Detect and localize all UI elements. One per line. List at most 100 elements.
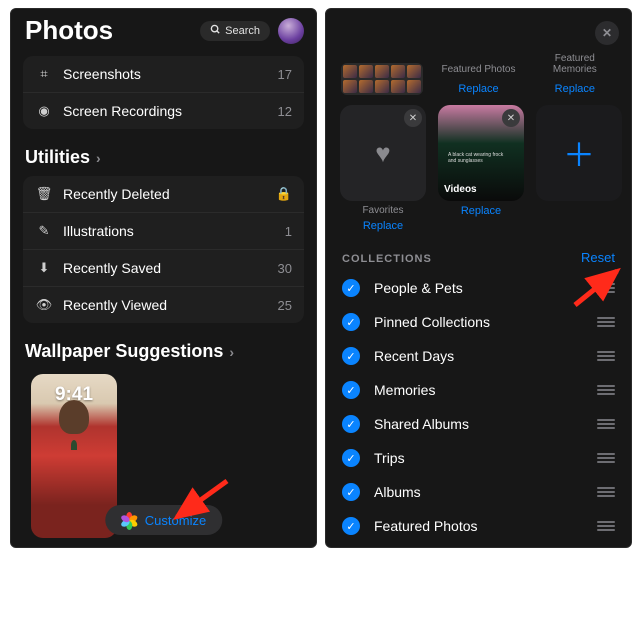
check-icon[interactable]: ✓: [342, 449, 360, 467]
check-icon[interactable]: ✓: [342, 483, 360, 501]
row-label: Recently Saved: [53, 260, 278, 276]
list-row-screenshots[interactable]: ⌗ Screenshots 17: [23, 56, 304, 93]
replace-link[interactable]: Replace: [555, 83, 595, 95]
row-count: 30: [278, 261, 292, 276]
screenshots-icon: ⌗: [35, 66, 53, 82]
collection-label: Recent Days: [374, 348, 597, 364]
customize-sheet: ✕ Featured Photos Replace Featured Memor…: [325, 8, 632, 548]
remove-tile-button[interactable]: ✕: [404, 109, 422, 127]
lock-icon: 🔒: [276, 186, 292, 202]
collections-header: COLLECTIONS Reset: [326, 232, 631, 271]
check-icon[interactable]: ✓: [342, 347, 360, 365]
row-label: Illustrations: [53, 223, 285, 239]
list-row-illustrations[interactable]: ✎ Illustrations 1: [23, 213, 304, 250]
row-count: 1: [285, 224, 292, 239]
row-label: Recently Viewed: [53, 297, 278, 313]
close-button[interactable]: ✕: [595, 21, 619, 45]
collection-row-featured-photos[interactable]: ✓ Featured Photos: [326, 509, 631, 543]
utilities-header[interactable]: Utilities ›: [11, 135, 316, 170]
collection-label: Shared Albums: [374, 416, 597, 432]
profile-avatar[interactable]: [278, 18, 304, 44]
videos-tile[interactable]: ✕ A black cat wearing frock and sunglass…: [438, 105, 524, 201]
check-icon[interactable]: ✓: [342, 517, 360, 535]
utilities-card: 🗑 Recently Deleted 🔒 ✎ Illustrations 1 ⬇…: [23, 176, 304, 323]
drag-handle-icon[interactable]: [597, 383, 615, 397]
drag-handle-icon[interactable]: [597, 315, 615, 329]
collection-row-trips[interactable]: ✓ Trips: [326, 441, 631, 475]
check-icon[interactable]: ✓: [342, 415, 360, 433]
row-label: Recently Deleted: [53, 186, 276, 202]
row-label: Screenshots: [53, 66, 278, 82]
customize-label: Customize: [145, 513, 206, 528]
wallpaper-thumbnail[interactable]: 9:41: [31, 374, 117, 538]
saved-icon: ⬇: [35, 260, 53, 276]
drag-handle-icon[interactable]: [597, 485, 615, 499]
row-count: 12: [278, 104, 292, 119]
tile-featured-memories-mini: Featured Memories Replace: [533, 53, 617, 95]
tile-col-add: ＋: [536, 105, 622, 232]
tile-col-favorites: ✕ ♥ Favorites Replace: [340, 105, 426, 232]
tile-label: Featured Photos: [442, 64, 516, 75]
collection-label: Trips: [374, 450, 597, 466]
collection-label: Pinned Collections: [374, 314, 597, 330]
collection-label: Memories: [374, 382, 597, 398]
drag-handle-icon[interactable]: [597, 451, 615, 465]
row-count: 17: [278, 67, 292, 82]
wallpaper-header[interactable]: Wallpaper Suggestions ›: [11, 329, 316, 364]
collection-row-albums[interactable]: ✓ Albums: [326, 475, 631, 509]
collection-row-people-pets[interactable]: ✓ People & Pets: [326, 271, 631, 305]
list-row-recently-viewed[interactable]: 👁 Recently Viewed 25: [23, 287, 304, 323]
collection-label: People & Pets: [374, 280, 597, 296]
replace-link[interactable]: Replace: [461, 205, 501, 217]
section-title-text: Wallpaper Suggestions: [25, 341, 223, 362]
collection-row-recent-days[interactable]: ✓ Recent Days: [326, 339, 631, 373]
drag-handle-icon[interactable]: [597, 519, 615, 533]
collection-row-pinned[interactable]: ✓ Pinned Collections: [326, 305, 631, 339]
illustrations-icon: ✎: [35, 223, 53, 239]
remove-tile-button[interactable]: ✕: [502, 109, 520, 127]
app-header: Photos Search: [11, 9, 316, 50]
plus-icon: ＋: [563, 130, 595, 176]
check-icon[interactable]: ✓: [342, 381, 360, 399]
favorites-tile[interactable]: ✕ ♥: [340, 105, 426, 201]
trash-icon: 🗑: [35, 186, 53, 202]
search-label: Search: [225, 25, 260, 37]
close-icon: ✕: [602, 26, 612, 40]
media-types-card: ⌗ Screenshots 17 ◉ Screen Recordings 12: [23, 56, 304, 129]
check-icon[interactable]: ✓: [342, 279, 360, 297]
list-row-recently-deleted[interactable]: 🗑 Recently Deleted 🔒: [23, 176, 304, 213]
collections-title: COLLECTIONS: [342, 253, 432, 265]
tile-caption: Videos: [444, 184, 477, 195]
check-icon[interactable]: ✓: [342, 313, 360, 331]
list-row-recently-saved[interactable]: ⬇ Recently Saved 30: [23, 250, 304, 287]
replace-link[interactable]: Replace: [458, 83, 498, 95]
drag-handle-icon[interactable]: [597, 281, 615, 295]
section-title-text: Utilities: [25, 147, 90, 168]
reset-button[interactable]: Reset: [581, 250, 615, 265]
drag-handle-icon[interactable]: [597, 349, 615, 363]
tile-featured-photos-mini: Featured Photos Replace: [436, 64, 520, 95]
drag-handle-icon[interactable]: [597, 417, 615, 431]
add-tile-button[interactable]: ＋: [536, 105, 622, 201]
replace-link[interactable]: Replace: [363, 220, 403, 232]
collection-row-shared-albums[interactable]: ✓ Shared Albums: [326, 407, 631, 441]
tile-label: Featured Memories: [533, 53, 617, 75]
close-icon: ✕: [409, 113, 417, 124]
tile-col-videos: ✕ A black cat wearing frock and sunglass…: [438, 105, 524, 232]
search-button[interactable]: Search: [200, 21, 270, 41]
chevron-right-icon: ›: [229, 344, 234, 360]
collections-list: ✓ People & Pets ✓ Pinned Collections ✓ R…: [326, 271, 631, 548]
collection-row-media-types[interactable]: ✓ Media Types: [326, 543, 631, 548]
collection-label: Featured Photos: [374, 518, 597, 534]
app-title: Photos: [25, 15, 192, 46]
video-subtitle: A black cat wearing frock and sunglasses: [448, 153, 508, 164]
collection-label: Albums: [374, 484, 597, 500]
recordings-icon: ◉: [35, 103, 53, 119]
search-icon: [210, 24, 221, 38]
collection-row-memories[interactable]: ✓ Memories: [326, 373, 631, 407]
customize-button[interactable]: Customize: [105, 505, 222, 535]
tile-label: Favorites: [362, 205, 403, 216]
list-row-recordings[interactable]: ◉ Screen Recordings 12: [23, 93, 304, 129]
photos-app-screen: Photos Search ⌗ Screenshots 17 ◉ Screen …: [10, 8, 317, 548]
thumbnail-strip[interactable]: [341, 63, 423, 95]
